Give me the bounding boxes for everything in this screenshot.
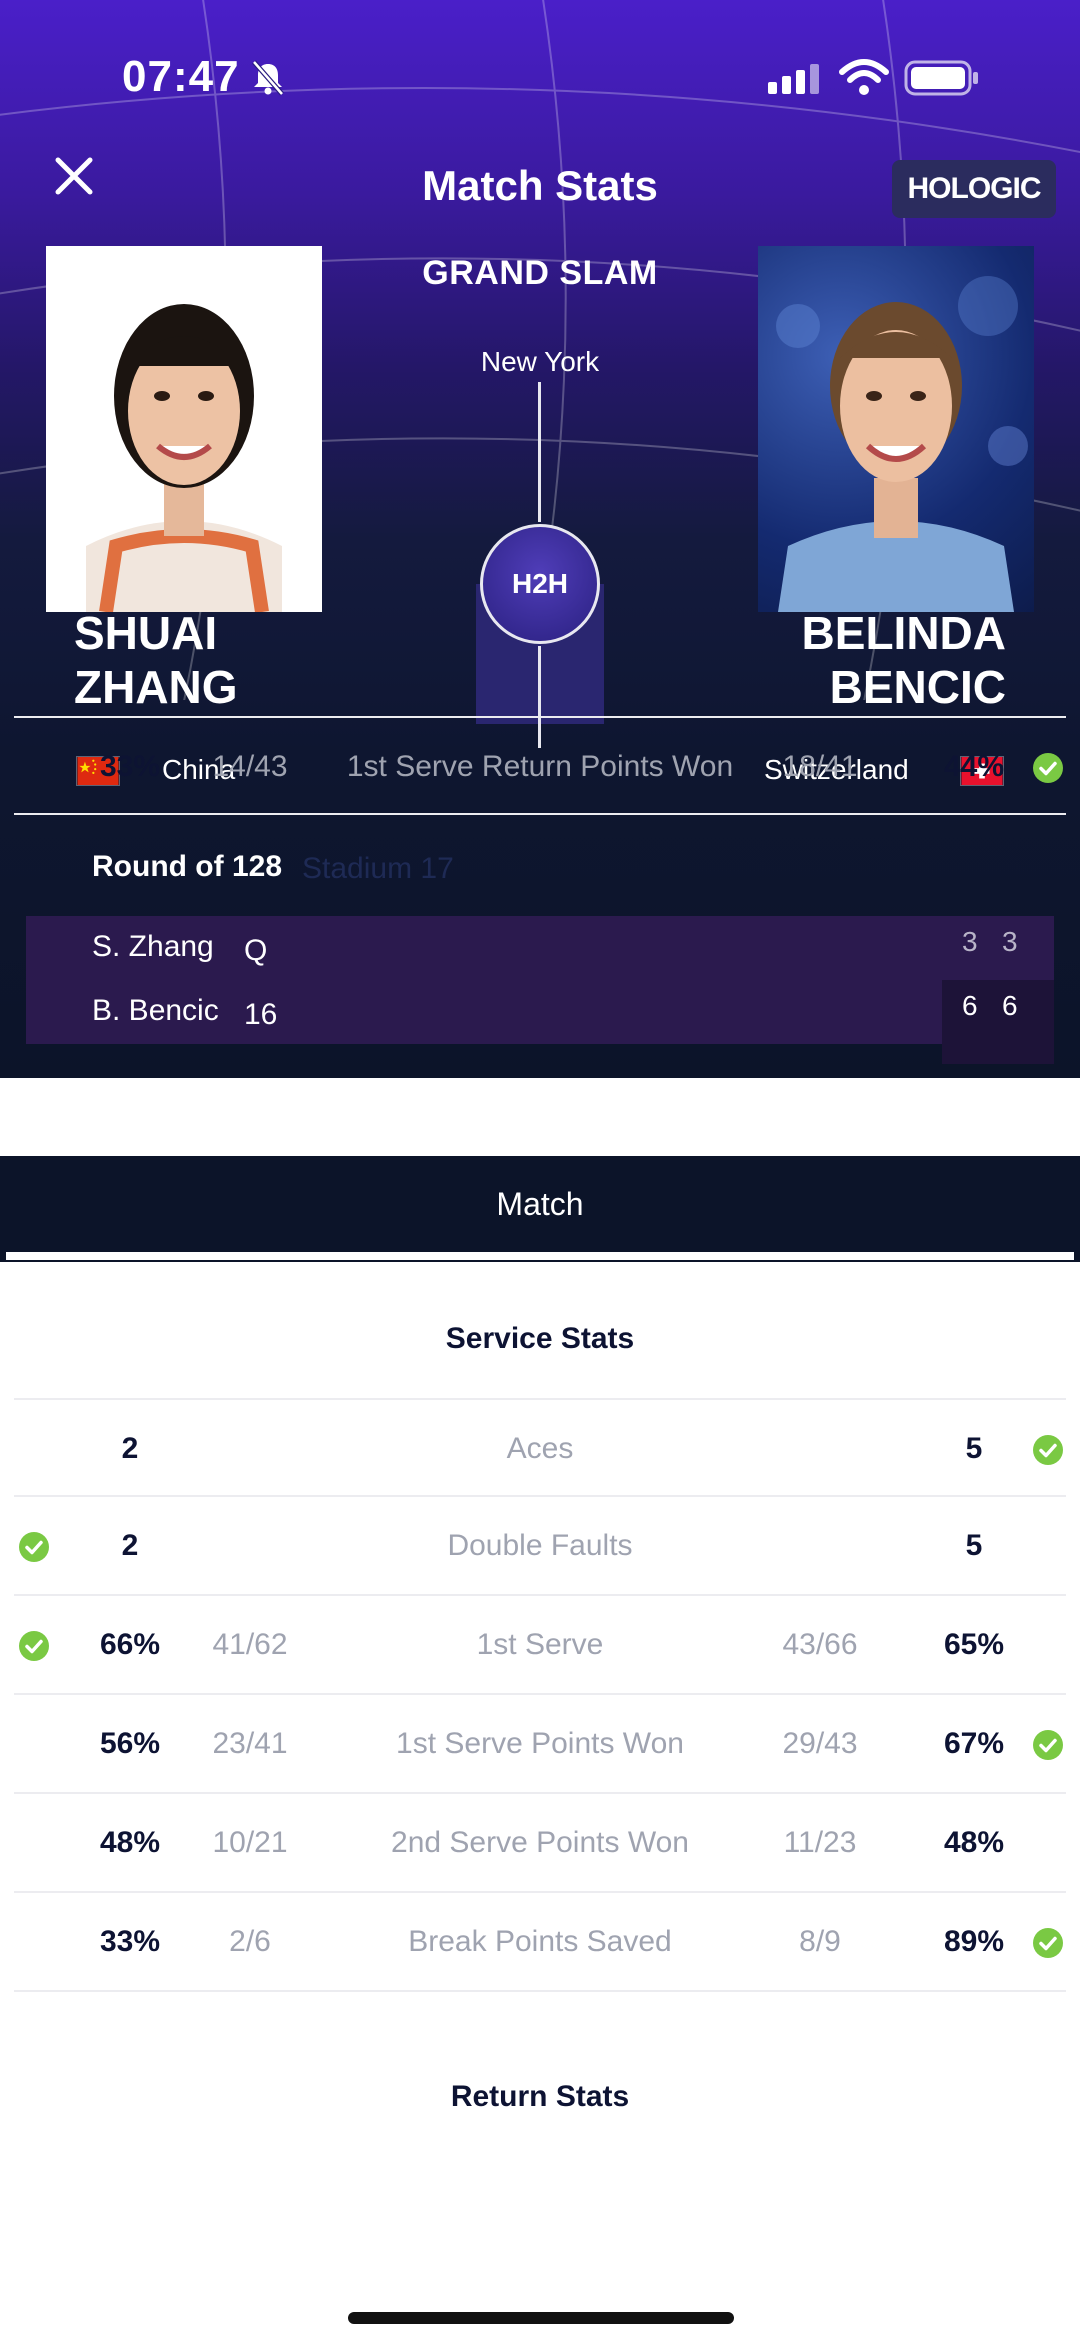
stat-right-value: 5 (965, 1432, 983, 1465)
stat-right-value: 5 (965, 1529, 983, 1562)
stat-left-fraction: 10/21 (212, 1826, 288, 1859)
stat-row: 2 Double Faults 5 (14, 1497, 1066, 1596)
tab-match[interactable]: Match (0, 1186, 1080, 1223)
stat-right-fraction: 8/9 (799, 1925, 841, 1958)
score-player-seed: 16 (244, 998, 278, 1031)
player-avatar-right (776, 276, 1028, 612)
stat-right-value: 44% (943, 750, 1005, 783)
player-name-left: SHUAI ZHANG (74, 606, 238, 714)
stat-row: 33% 2/6 Break Points Saved 8/9 89% (14, 1893, 1066, 1992)
player-last-name-right: BENCIC (829, 661, 1006, 713)
tournament-name: GRAND SLAM (422, 254, 658, 292)
score-player-name: B. Bencic (92, 994, 219, 1027)
score-player-seed: Q (244, 934, 268, 967)
stat-row: 2 Aces 5 (14, 1398, 1066, 1497)
stat-left-fraction: 2/6 (229, 1925, 271, 1958)
score-row: S. Zhang Q 3 3 (26, 916, 1054, 980)
match-header: 07:47 Match Stats HOLOGIC GRAND SLAM New… (0, 0, 1080, 1078)
set-score: 6 (962, 990, 978, 1021)
check-icon (19, 1631, 49, 1661)
battery-icon (904, 60, 978, 96)
stat-left-fraction: 23/41 (212, 1727, 288, 1760)
player-first-name-left: SHUAI (74, 607, 218, 659)
bell-muted-icon (252, 60, 284, 96)
wifi-icon (839, 59, 889, 95)
player-last-name-left: ZHANG (74, 661, 238, 713)
stat-right-value: 48% (943, 1826, 1005, 1859)
stat-right-fraction: 18/41 (782, 750, 858, 783)
stat-row: 56% 23/41 1st Serve Points Won 29/43 67% (14, 1695, 1066, 1794)
h2h-button[interactable]: H2H (480, 524, 600, 644)
stat-left-fraction: 14/43 (212, 750, 288, 783)
return-stats-title: Return Stats (450, 2080, 630, 2113)
tab-bar: Match (0, 1156, 1080, 1262)
player-photo-right (758, 246, 1034, 612)
city-label: New York (480, 346, 600, 377)
set-score: 3 (962, 926, 978, 957)
stat-label: Aces (506, 1432, 574, 1465)
status-bar: 07:47 (0, 0, 1080, 150)
home-indicator[interactable] (348, 2312, 734, 2324)
divider-line-top (538, 382, 541, 522)
service-stats-title: Service Stats (445, 1322, 635, 1355)
stat-label: Break Points Saved (408, 1925, 672, 1958)
player-first-name-right: BELINDA (801, 607, 1006, 659)
set-score: 6 (1002, 990, 1018, 1021)
stat-label: 2nd Serve Points Won (391, 1826, 689, 1859)
score-player-name: S. Zhang (92, 930, 214, 963)
stat-row: 48% 10/21 2nd Serve Points Won 11/23 48% (14, 1794, 1066, 1893)
stat-left-value: 33% (99, 1925, 161, 1958)
stat-label: 1st Serve Return Points Won (346, 750, 734, 783)
stat-left-value: 33% (99, 750, 161, 783)
stat-right-value: 89% (943, 1925, 1005, 1958)
stat-left-value: 56% (99, 1727, 161, 1760)
check-icon (1033, 1730, 1063, 1760)
stat-left-value: 48% (99, 1826, 161, 1859)
round-label: Round of 128 (92, 850, 283, 883)
stat-right-fraction: 29/43 (782, 1727, 858, 1760)
player-photo-left (46, 246, 322, 612)
player-avatar-left (46, 246, 322, 612)
check-icon (19, 1532, 49, 1562)
signal-icon (768, 64, 819, 94)
stat-label: 1st Serve Points Won (396, 1727, 684, 1760)
court-label: Stadium 17 (302, 852, 454, 885)
stat-left-value: 2 (121, 1529, 139, 1562)
player-name-right: BELINDA BENCIC (802, 606, 1006, 714)
set-score: 3 (1002, 926, 1018, 957)
stat-right-fraction: 11/23 (783, 1826, 857, 1859)
check-icon (1033, 1928, 1063, 1958)
stat-right-value: 65% (943, 1628, 1005, 1661)
score-row: B. Bencic 16 6 6 (26, 980, 1054, 1044)
stat-right-value: 67% (943, 1727, 1005, 1760)
stat-left-fraction: 41/62 (212, 1628, 288, 1661)
stat-left-value: 66% (99, 1628, 161, 1661)
stat-left-value: 2 (121, 1432, 139, 1465)
stat-label: Double Faults (447, 1529, 633, 1562)
stat-label: 1st Serve (476, 1628, 604, 1661)
clock: 07:47 (122, 52, 240, 101)
stat-row: 66% 41/62 1st Serve 43/66 65% (14, 1596, 1066, 1695)
check-icon (1033, 1435, 1063, 1465)
stat-right-fraction: 43/66 (782, 1628, 858, 1661)
stat-row: 33% 14/43 1st Serve Return Points Won 18/41… (14, 716, 1066, 815)
tab-active-indicator (6, 1252, 1074, 1260)
sponsor-logo: HOLOGIC (892, 160, 1056, 218)
check-icon (1033, 753, 1063, 783)
